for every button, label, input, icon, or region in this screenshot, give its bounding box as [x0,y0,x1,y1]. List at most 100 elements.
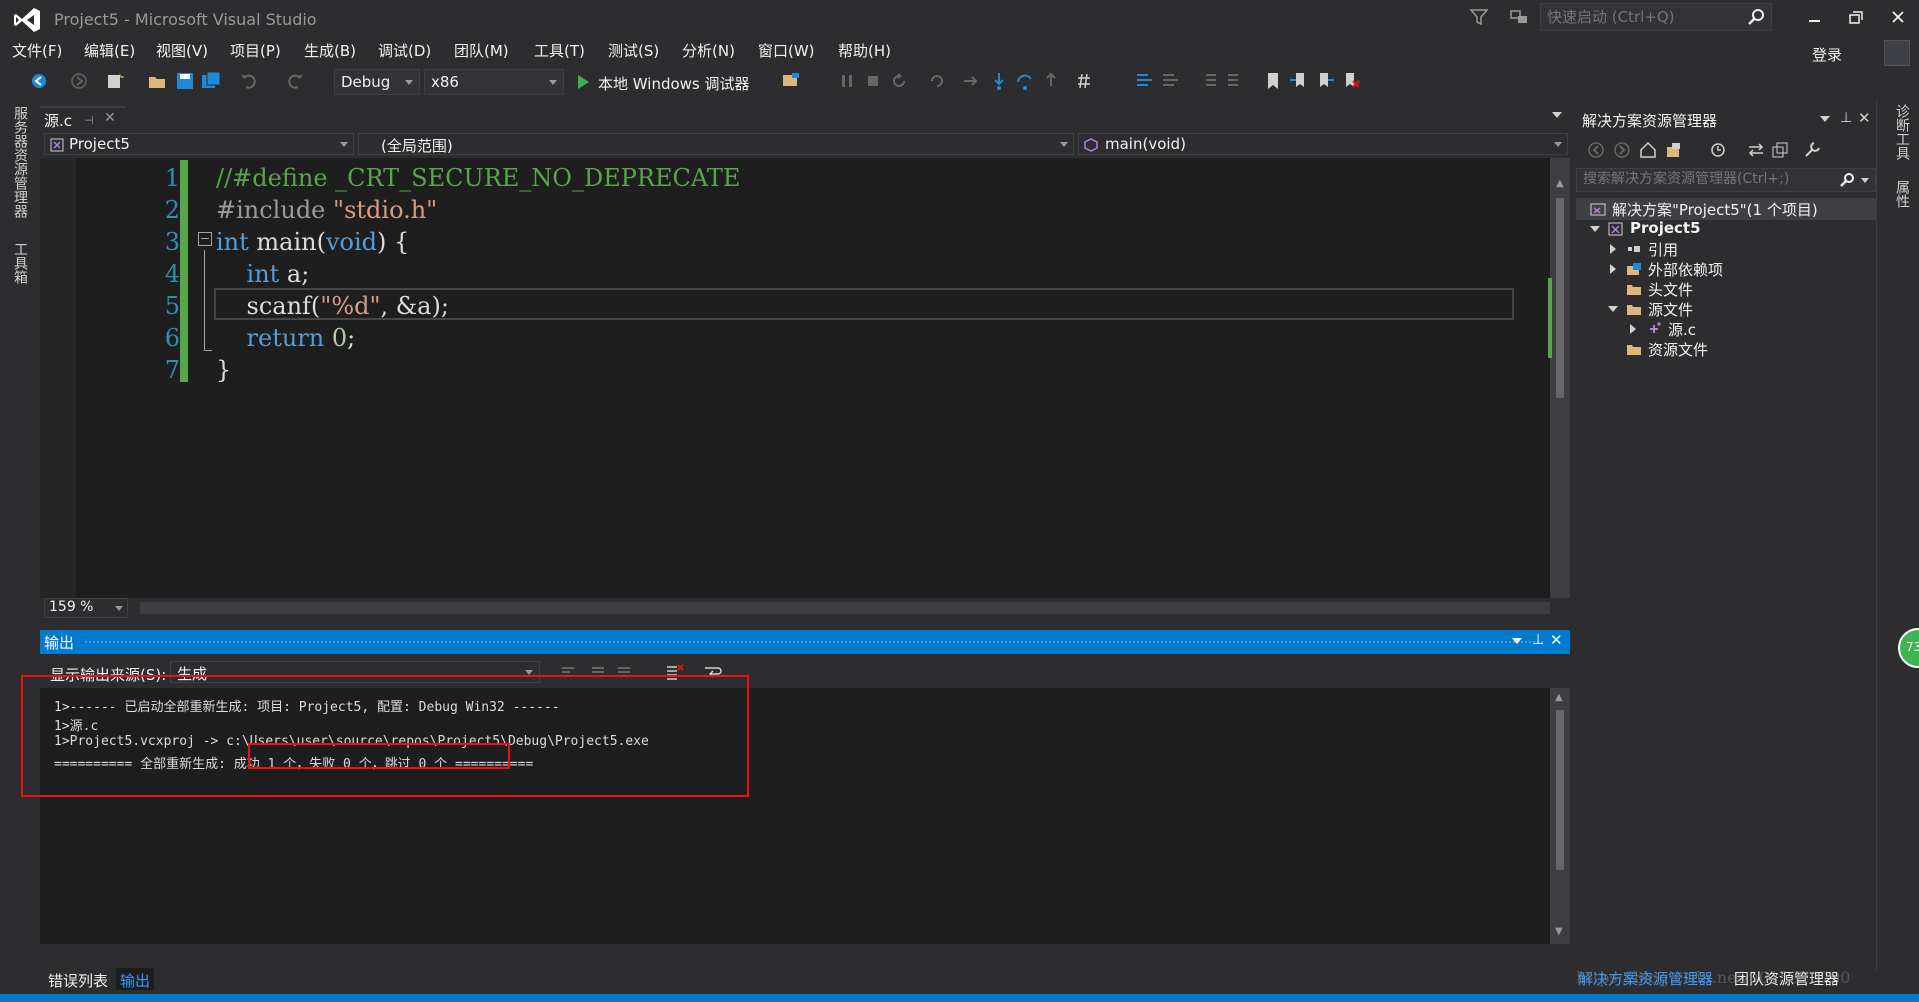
hex-display-icon[interactable] [1076,70,1098,92]
back-icon[interactable] [1586,140,1606,160]
tab-error-list[interactable]: 错误列表 [44,968,112,990]
tree-item-source-c[interactable]: 源.c [1576,318,1876,340]
tree-item-solution[interactable]: 解决方案"Project5"(1 个项目) [1576,198,1876,220]
tree-item-source-files[interactable]: 源文件 [1576,298,1876,320]
properties-icon[interactable] [1802,140,1822,160]
save-icon[interactable] [174,70,196,92]
tree-item-references[interactable]: 引用 [1576,238,1876,260]
editor-vertical-scrollbar[interactable]: ▲ [1548,158,1570,598]
tree-item-external-dependencies[interactable]: 外部依赖项 [1576,258,1876,280]
previous-bookmark-icon[interactable] [1288,70,1310,92]
toolbox-tab[interactable]: 工具箱 [10,242,30,284]
menu-test[interactable]: 测试(S) [608,40,659,61]
forward-icon[interactable] [1612,140,1632,160]
home-icon[interactable] [1638,140,1658,160]
server-explorer-tab[interactable]: 服务器资源管理器 [10,106,30,218]
pin-icon[interactable]: ⊣ [84,114,94,127]
window-position-icon[interactable] [1512,638,1522,644]
close-window-button[interactable] [1880,6,1916,30]
pin-icon[interactable]: ⊥ [1840,110,1852,126]
close-panel-icon[interactable]: ✕ [1858,109,1871,127]
step-into-icon[interactable] [988,70,1010,92]
undo-icon[interactable] [238,70,260,92]
output-vertical-scrollbar[interactable]: ▲ ▼ [1550,688,1570,944]
tree-item-project[interactable]: Project5 [1576,218,1876,240]
tree-item-header-files[interactable]: 头文件 [1576,278,1876,300]
sign-in-link[interactable]: 登录 [1812,44,1842,65]
member-dropdown[interactable]: main(void) [1078,133,1568,155]
output-horizontal-scrollbar[interactable] [40,944,1570,960]
clear-bookmarks-icon[interactable] [1340,70,1362,92]
tree-item-resource-files[interactable]: 资源文件 [1576,338,1876,360]
hot-reload-icon[interactable] [926,70,948,92]
menu-help[interactable]: 帮助(H) [838,40,891,61]
quick-launch-input[interactable] [1547,8,1737,26]
pending-changes-icon[interactable] [1708,140,1728,160]
redo-icon[interactable] [284,70,306,92]
stop-icon[interactable] [862,70,884,92]
save-all-icon[interactable] [200,70,222,92]
bookmark-icon[interactable] [1262,70,1284,92]
menu-build[interactable]: 生成(B) [304,40,356,61]
forward-icon[interactable] [68,70,90,92]
restore-button[interactable] [1838,6,1874,30]
minimize-button[interactable] [1796,6,1832,30]
menu-window[interactable]: 窗口(W) [758,40,815,61]
scroll-down-icon[interactable]: ▼ [1555,926,1563,937]
restart-icon[interactable] [888,70,910,92]
step-over-icon[interactable] [1014,70,1036,92]
solution-search-box[interactable] [1576,168,1876,192]
step-out-icon[interactable] [1040,70,1062,92]
zoom-dropdown[interactable]: 159 % [44,598,128,618]
search-icon[interactable] [1747,8,1765,26]
editor-horizontal-scrollbar[interactable] [140,602,1550,614]
sync-icon[interactable] [1746,140,1766,160]
project-dropdown[interactable]: Project5 [44,133,354,155]
collapsed-icon[interactable] [1610,264,1616,274]
collapse-all-icon[interactable] [1770,140,1790,160]
menu-team[interactable]: 团队(M) [454,40,509,61]
menu-edit[interactable]: 编辑(E) [84,40,135,61]
scrollbar-thumb[interactable] [1556,198,1564,398]
switch-views-icon[interactable] [1664,140,1684,160]
diagnostic-tools-tab[interactable]: 诊断工具 [1892,104,1912,160]
properties-tab[interactable]: 属性 [1892,180,1912,208]
menu-view[interactable]: 视图(V) [156,40,208,61]
open-file-icon[interactable] [146,70,168,92]
search-icon[interactable] [1839,172,1855,188]
quick-launch[interactable] [1540,3,1772,31]
platform-dropdown[interactable]: x86 [424,69,564,95]
next-bookmark-icon[interactable] [1314,70,1336,92]
menu-analyze[interactable]: 分析(N) [682,40,735,61]
configuration-dropdown[interactable]: Debug [334,69,420,95]
find-in-files-icon[interactable] [780,70,802,92]
code-editor[interactable]: 1 2 3 4 5 6 7 //#define _CRT_SECURE_NO_D… [40,158,1570,598]
solution-search-input[interactable] [1583,171,1833,187]
tab-source-c[interactable]: 源.c ⊣ ✕ [40,106,126,130]
chevron-down-icon[interactable] [1861,178,1869,183]
menu-tools[interactable]: 工具(T) [534,40,585,61]
collapsed-icon[interactable] [1610,244,1616,254]
outdent-icon[interactable] [1224,70,1246,92]
code-text[interactable]: //#define _CRT_SECURE_NO_DEPRECATE #incl… [216,162,1516,386]
collapsed-icon[interactable] [1630,324,1636,334]
show-next-statement-icon[interactable] [960,70,982,92]
scroll-up-icon[interactable]: ▲ [1555,692,1563,703]
split-icon[interactable]: ▲ [1556,178,1564,192]
menu-file[interactable]: 文件(F) [12,40,62,61]
close-tab-icon[interactable]: ✕ [104,110,116,126]
account-icon[interactable] [1884,40,1910,66]
back-icon[interactable] [28,70,50,92]
indent-icon[interactable] [1198,70,1220,92]
menu-project[interactable]: 项目(P) [230,40,281,61]
scope-dropdown[interactable]: (全局范围) [358,133,1074,155]
menu-debug[interactable]: 调试(D) [378,40,431,61]
new-project-icon[interactable] [104,70,126,92]
feedback-icon[interactable] [1508,6,1530,28]
toggle-comment-icon[interactable] [1134,70,1156,92]
filter-icon[interactable] [1468,6,1490,28]
uncomment-icon[interactable] [1160,70,1182,92]
indicator-margin[interactable] [40,158,76,598]
expanded-icon[interactable] [1590,226,1600,232]
collapse-icon[interactable] [198,232,212,246]
